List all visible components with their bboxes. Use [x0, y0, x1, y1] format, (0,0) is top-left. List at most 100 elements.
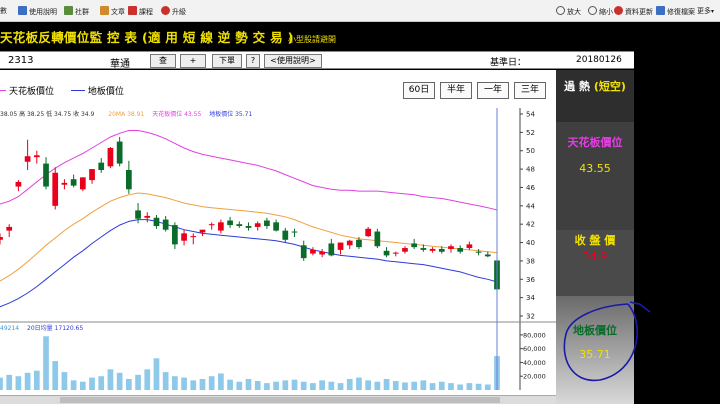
toolbar-item-upgrade[interactable]: 升級 [161, 6, 186, 17]
refresh-icon [614, 6, 623, 15]
price-chart[interactable]: 32 34 36 38 40 42 44 46 48 50 52 54 20,000 40,000 60,0… [0, 70, 556, 395]
candle-body [98, 162, 105, 171]
chart-legend: 天花板價位 地板價位 [0, 84, 124, 97]
candle-body [190, 236, 197, 238]
candle-body [448, 246, 454, 249]
page-title: 天花板反轉價位監 控 表 (適 用 短 線 逆 勢 交 易 ) [0, 30, 294, 45]
app-window: 數 使用說明 社群 文章 課程 升級 放大 縮小 資料更新 修復檔案 更多▾ 天… [0, 0, 720, 404]
query-button[interactable]: 查 [150, 54, 176, 68]
candle-body [475, 251, 482, 253]
volume-tick-label: 80,000 [523, 331, 546, 339]
candle-body [300, 245, 307, 259]
price-tick-label: 40 [526, 239, 535, 247]
toolbar-item-articles[interactable]: 文章 [100, 6, 125, 17]
period-60d-button[interactable]: 60日 [403, 82, 435, 99]
candle-body [135, 210, 141, 219]
volume-bar [190, 380, 197, 390]
volume-bar [319, 380, 325, 390]
volume-bar [208, 376, 215, 390]
toolbar-item-refresh[interactable]: 資料更新 [614, 6, 653, 17]
info-ma: 20MA 38.91 [108, 111, 145, 118]
toolbar-item-label: 課程 [139, 8, 153, 16]
volume-tick-label: 40,000 [523, 359, 546, 367]
price-tick-label: 44 [526, 202, 535, 210]
scrollbar-thumb[interactable] [60, 397, 500, 403]
toolbar-item-label: 資料更新 [625, 8, 653, 16]
volume-bar [162, 372, 169, 390]
volume-bar [374, 381, 381, 390]
toolbar-item-zoom-out[interactable]: 縮小 [588, 6, 613, 17]
volume-bar [227, 379, 233, 390]
price-tick-label: 48 [526, 166, 535, 174]
heat-subtitle: (短空) [593, 80, 626, 93]
period-one-year-button[interactable]: 一年 [477, 82, 509, 99]
candle-body [24, 156, 31, 162]
toolbar-item-community[interactable]: 社群 [64, 6, 89, 17]
stock-code-input[interactable]: 2313 [8, 55, 33, 66]
volume-bar [466, 383, 473, 390]
volume-bar [89, 377, 95, 390]
toolbar-item-label: 文章 [111, 8, 125, 16]
close-value: 34.9 [582, 250, 608, 263]
video-icon [128, 6, 137, 15]
volume-bar [365, 380, 372, 390]
candle-body [79, 177, 86, 190]
price-tick-label: 52 [526, 129, 535, 137]
horizontal-scrollbar[interactable] [0, 395, 556, 404]
article-icon [100, 6, 109, 15]
volume-bar [346, 378, 353, 390]
price-tick-label: 46 [526, 184, 535, 192]
volume-bar [264, 383, 270, 390]
order-button[interactable]: 下單 [212, 54, 242, 68]
ma-line [0, 192, 498, 282]
info-floor: 地板價位 35.71 [209, 111, 253, 118]
toolbar-item-truncated[interactable]: 數 [0, 6, 7, 17]
chevron-down-icon: ▾ [711, 8, 715, 15]
volume-bar [245, 378, 252, 390]
toolbar-item-label: 更多 [697, 7, 711, 15]
floor-line [0, 219, 498, 308]
volume-bar [61, 372, 68, 390]
period-half-year-button[interactable]: 半年 [440, 82, 472, 99]
community-icon [64, 6, 73, 15]
candle-body [319, 251, 325, 255]
add-button[interactable]: + [180, 54, 206, 68]
price-tick-label: 54 [526, 111, 535, 119]
toolbar-item-courses[interactable]: 課程 [128, 6, 153, 17]
candle-body [374, 231, 381, 247]
toolbar-item-zoom-in[interactable]: 放大 [556, 6, 581, 17]
candle-body [466, 244, 473, 249]
ceiling-line [0, 130, 498, 211]
candle-body [254, 223, 261, 227]
title-bar: 天花板反轉價位監 控 表 (適 用 短 線 逆 勢 交 易 ) 小型股請避開 [0, 22, 634, 49]
volume-bar [402, 382, 408, 390]
stock-name: 華通 [110, 59, 130, 70]
candle-body [172, 225, 178, 245]
candle-body [181, 233, 187, 241]
candle-body [199, 229, 206, 233]
toolbar-item-label: 放大 [567, 8, 581, 16]
help-button[interactable]: ? [246, 54, 260, 68]
manual-button[interactable]: <使用說明> [264, 54, 322, 68]
price-tick-label: 34 [526, 294, 535, 302]
period-three-year-button[interactable]: 三年 [514, 82, 546, 99]
candle-body [116, 141, 123, 164]
volume-bar [273, 381, 279, 390]
toolbar-item-repair[interactable]: 修復檔案 [656, 6, 695, 17]
volume-bar [98, 376, 105, 390]
candle-body [328, 243, 335, 256]
candle-body [420, 248, 427, 250]
volume-current: 49214 [0, 325, 20, 332]
volume-bar [0, 377, 3, 390]
toolbar-item-more[interactable]: 更多▾ [697, 6, 714, 17]
volume-bar [135, 374, 141, 390]
candle-body [61, 182, 68, 185]
volume-bar [6, 374, 13, 390]
volume-bar [484, 384, 491, 390]
chart-panel: 32 34 36 38 40 42 44 46 48 50 52 54 20,000 40,000 60,0… [0, 70, 556, 395]
toolbar-item-help[interactable]: 使用說明 [18, 6, 57, 17]
candle-body [125, 170, 132, 190]
volume-bar [392, 381, 399, 390]
candle-body [15, 181, 22, 187]
volume-bar [199, 378, 206, 390]
